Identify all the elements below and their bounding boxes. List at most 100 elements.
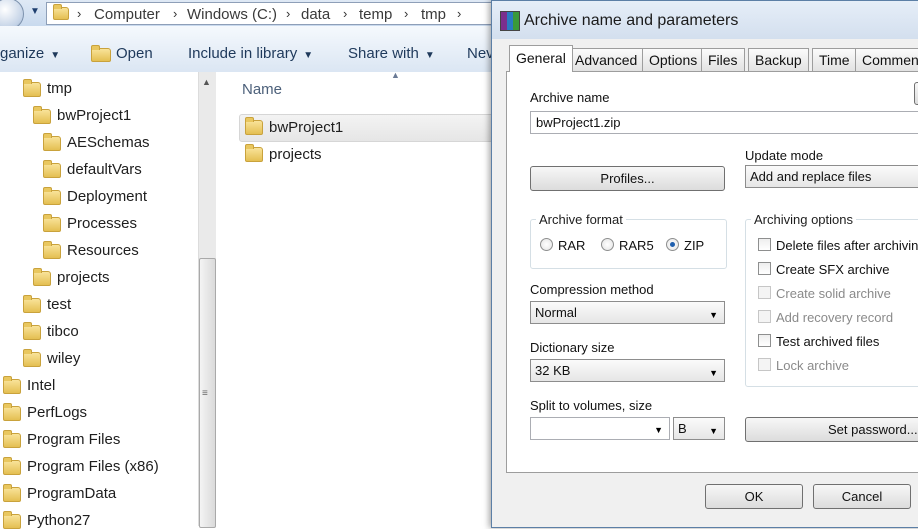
include-in-library-button[interactable]: Include in library ▼: [188, 45, 313, 62]
breadcrumb-windows-c[interactable]: Windows (C:): [187, 6, 277, 23]
folder-icon: [3, 484, 21, 502]
split-unit-select[interactable]: B ▼: [673, 417, 725, 440]
tree-item[interactable]: AESchemas: [67, 134, 150, 151]
breadcrumb-temp[interactable]: temp: [359, 6, 392, 23]
file-item-bwproject1[interactable]: bwProject1: [269, 119, 343, 136]
archive-name-field[interactable]: bwProject1.zip: [530, 111, 918, 134]
tree-item[interactable]: Resources: [67, 242, 139, 259]
tree-item[interactable]: Python27: [27, 512, 90, 529]
breadcrumb-separator[interactable]: ›: [457, 6, 461, 21]
browse-button[interactable]: [914, 82, 918, 105]
breadcrumb-computer[interactable]: Computer: [94, 6, 160, 23]
folder-icon: [91, 45, 111, 62]
dictionary-size-select[interactable]: 32 KB ▼: [530, 359, 725, 382]
folder-icon: [3, 457, 21, 475]
compression-method-value: Normal: [535, 305, 577, 320]
tree-item[interactable]: Processes: [67, 215, 137, 232]
compression-method-label: Compression method: [530, 282, 654, 297]
create-solid-label: Create solid archive: [776, 286, 891, 301]
column-header-name[interactable]: Name: [242, 81, 282, 98]
history-dropdown-icon[interactable]: ▼: [30, 6, 42, 18]
breadcrumb-separator[interactable]: ›: [404, 6, 408, 21]
format-rar-radio[interactable]: [540, 238, 553, 251]
tree-item[interactable]: tmp: [47, 80, 72, 97]
tree-item[interactable]: Deployment: [67, 188, 147, 205]
breadcrumb-data[interactable]: data: [301, 6, 330, 23]
archive-format-label: Archive format: [536, 212, 626, 227]
scroll-up-icon[interactable]: ▲: [202, 77, 211, 87]
tree-item[interactable]: tibco: [47, 323, 79, 340]
address-box[interactable]: › Computer › Windows (C:) › data › temp …: [46, 2, 498, 25]
folder-icon: [33, 268, 51, 286]
set-password-button[interactable]: Set password...: [745, 417, 918, 442]
tree-item[interactable]: Intel: [27, 377, 55, 394]
tab-general[interactable]: General: [509, 45, 573, 72]
dropdown-icon: ▼: [50, 50, 61, 61]
breadcrumb-separator[interactable]: ›: [343, 6, 347, 21]
split-unit-value: B: [678, 421, 687, 436]
tree-item[interactable]: Program Files (x86): [27, 458, 159, 475]
update-mode-value: Add and replace files: [750, 169, 872, 184]
folder-icon: [23, 79, 41, 97]
breadcrumb-separator[interactable]: ›: [286, 6, 290, 21]
dropdown-icon: ▼: [303, 50, 314, 61]
test-archived-label[interactable]: Test archived files: [776, 334, 879, 349]
profiles-button[interactable]: Profiles...: [530, 166, 725, 191]
tab-files[interactable]: Files: [701, 48, 745, 72]
folder-icon: [245, 117, 263, 135]
tree-item[interactable]: defaultVars: [67, 161, 142, 178]
compression-method-select[interactable]: Normal ▼: [530, 301, 725, 324]
tab-options[interactable]: Options: [642, 48, 705, 72]
winrar-app-icon: [500, 11, 520, 31]
dictionary-size-label: Dictionary size: [530, 340, 615, 355]
tab-comment[interactable]: Comment: [855, 48, 918, 72]
tree-item[interactable]: ProgramData: [27, 485, 116, 502]
breadcrumb-tmp[interactable]: tmp: [421, 6, 446, 23]
organize-button[interactable]: ganize ▼: [0, 45, 60, 62]
open-button[interactable]: Open: [116, 45, 153, 62]
tab-backup[interactable]: Backup: [748, 48, 809, 72]
format-zip-label[interactable]: ZIP: [684, 238, 704, 253]
organize-label: ganize: [0, 45, 45, 62]
format-rar5-radio[interactable]: [601, 238, 614, 251]
create-sfx-checkbox[interactable]: [758, 262, 771, 275]
folder-icon: [43, 187, 61, 205]
tree-item[interactable]: Program Files: [27, 431, 120, 448]
tree-item[interactable]: bwProject1: [57, 107, 131, 124]
new-folder-button[interactable]: Nev: [467, 45, 494, 62]
tab-time[interactable]: Time: [812, 48, 857, 72]
archiving-options-label: Archiving options: [751, 212, 856, 227]
folder-icon: [53, 4, 69, 20]
folder-icon: [3, 430, 21, 448]
folder-icon: [3, 511, 21, 529]
breadcrumb-separator[interactable]: ›: [173, 6, 177, 21]
delete-files-label[interactable]: Delete files after archiving: [776, 238, 918, 253]
folder-icon: [245, 144, 263, 162]
create-solid-checkbox: [758, 286, 771, 299]
delete-files-checkbox[interactable]: [758, 238, 771, 251]
breadcrumb-separator[interactable]: ›: [77, 6, 81, 21]
tree-item[interactable]: wiley: [47, 350, 80, 367]
archive-name-label: Archive name: [530, 90, 610, 105]
tree-item[interactable]: test: [47, 296, 71, 313]
tree-item[interactable]: projects: [57, 269, 110, 286]
update-mode-select[interactable]: Add and replace files: [745, 165, 918, 188]
tab-advanced[interactable]: Advanced: [568, 48, 645, 72]
tree-item[interactable]: PerfLogs: [27, 404, 87, 421]
test-archived-checkbox[interactable]: [758, 334, 771, 347]
dictionary-size-value: 32 KB: [535, 363, 571, 378]
create-sfx-label[interactable]: Create SFX archive: [776, 262, 889, 277]
archive-dialog: Archive name and parameters General Adva…: [491, 0, 918, 528]
format-zip-radio[interactable]: [666, 238, 679, 251]
share-with-button[interactable]: Share with ▼: [348, 45, 435, 62]
folder-icon: [43, 241, 61, 259]
folder-icon: [23, 295, 41, 313]
ok-button[interactable]: OK: [705, 484, 803, 509]
cancel-button[interactable]: Cancel: [813, 484, 911, 509]
format-rar5-label[interactable]: RAR5: [619, 238, 654, 253]
file-item-projects[interactable]: projects: [269, 146, 322, 163]
split-size-field[interactable]: ▼: [530, 417, 670, 440]
chevron-down-icon[interactable]: ▼: [654, 425, 663, 435]
folder-icon: [43, 160, 61, 178]
format-rar-label[interactable]: RAR: [558, 238, 585, 253]
